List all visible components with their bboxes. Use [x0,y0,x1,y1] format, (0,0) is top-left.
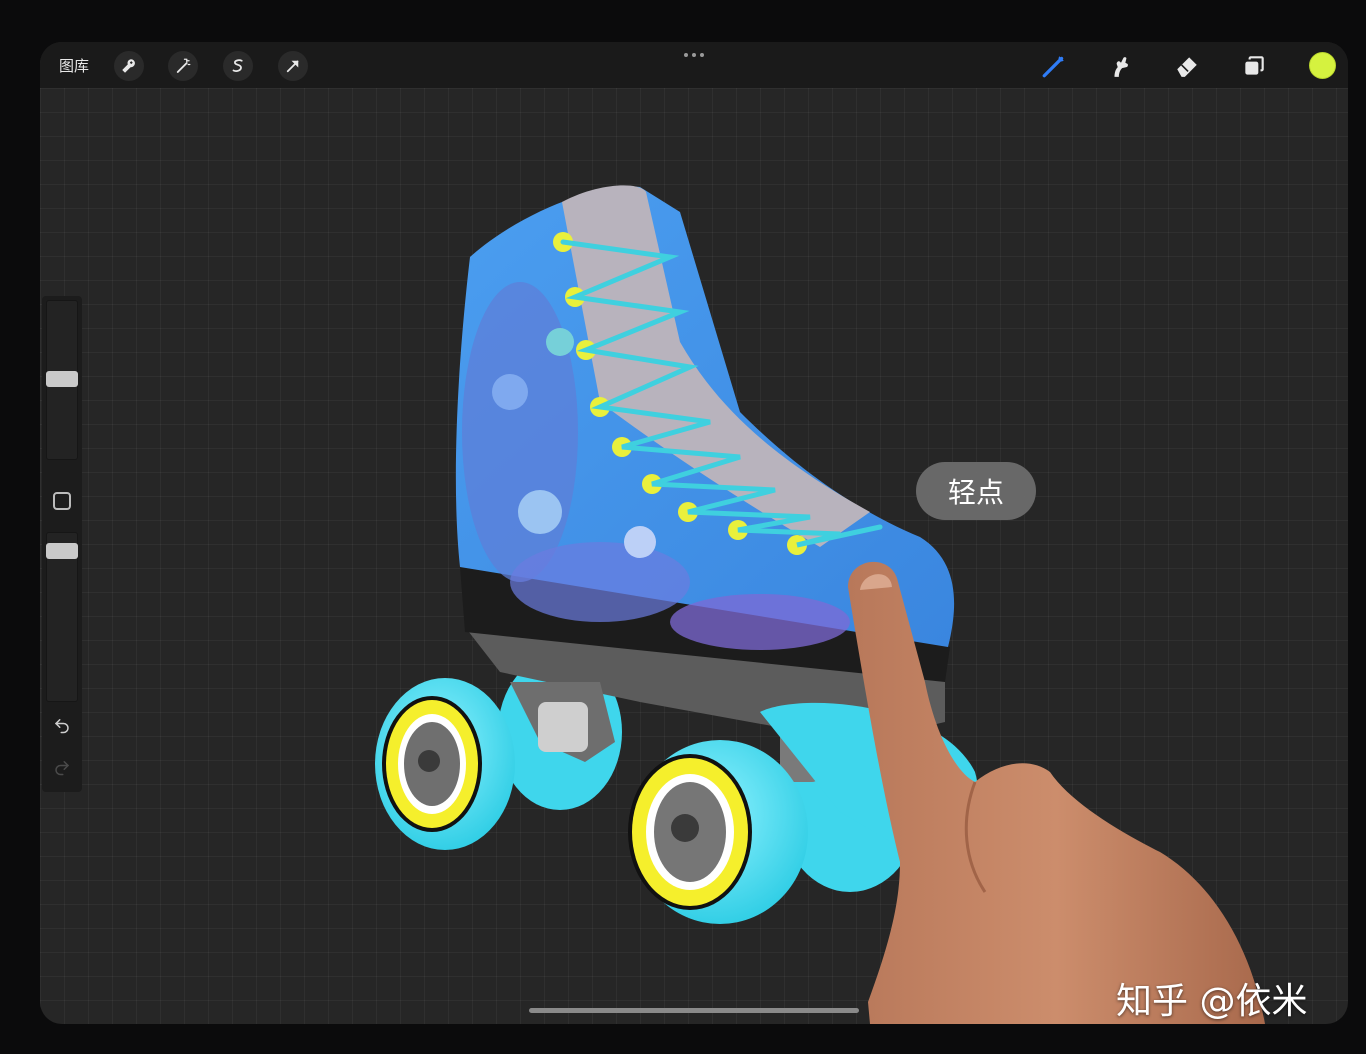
eraser-icon [1177,57,1197,77]
gallery-button[interactable]: 图库 [59,55,89,76]
adjustments-button[interactable] [168,51,198,81]
actions-button[interactable] [114,51,144,81]
home-indicator[interactable] [529,1008,859,1013]
wrench-icon [122,59,135,73]
opacity-slider[interactable] [46,532,78,702]
canvas-artwork[interactable] [40,42,1348,1024]
tap-gesture-tooltip: 轻点 [916,462,1036,520]
redo-icon [55,761,70,776]
redo-button[interactable] [51,756,73,778]
procreate-canvas-screen: 图库 轻点 知乎 @依米 [40,42,1348,1024]
selection-button[interactable] [223,51,253,81]
opacity-thumb[interactable] [46,543,78,559]
color-picker-button[interactable] [1309,52,1336,79]
smudge-tool-button[interactable] [1105,50,1137,82]
magic-wand-icon [176,58,191,73]
layers-icon [1245,56,1264,75]
eraser-tool-button[interactable] [1171,50,1203,82]
transform-arrow-icon [286,60,299,73]
undo-icon [54,719,69,734]
undo-button[interactable] [51,714,73,736]
wheel-left [375,678,515,850]
more-options-icon[interactable] [681,48,707,62]
top-toolbar: 图库 [40,42,1348,88]
selection-icon [232,59,243,72]
smudge-icon [1114,57,1128,77]
pointing-hand [848,561,1265,1024]
brush-size-thumb[interactable] [46,371,78,387]
watermark: 知乎 @依米 [1116,981,1308,1022]
left-sidebar [42,296,82,792]
transform-button[interactable] [278,51,308,81]
brush-tool-button[interactable] [1038,50,1070,82]
brush-icon [1042,56,1064,78]
wheel-right [628,740,808,924]
brush-size-slider[interactable] [46,300,78,460]
layers-button[interactable] [1238,50,1270,82]
modify-button[interactable] [53,492,71,510]
